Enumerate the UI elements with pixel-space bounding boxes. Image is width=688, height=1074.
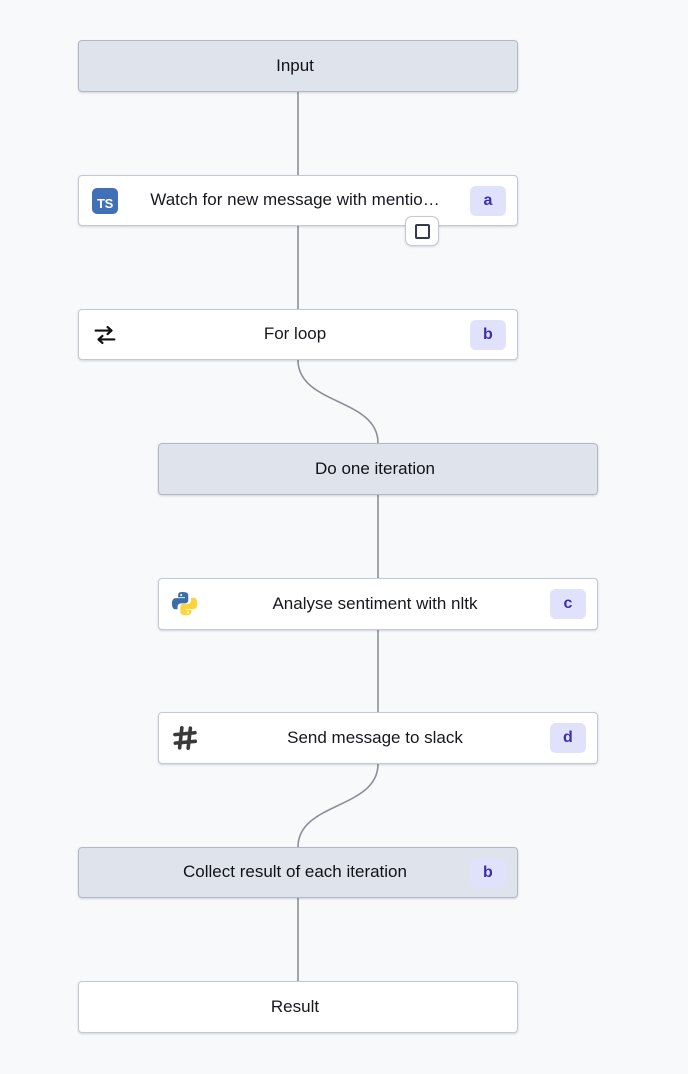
node-watch-badge-slot: a	[459, 185, 517, 216]
status-badge: b	[470, 857, 506, 888]
node-input[interactable]: Input	[78, 40, 518, 92]
status-badge: a	[470, 185, 506, 216]
node-slack-icon-slot	[159, 724, 211, 752]
node-slack-label: Send message to slack	[287, 727, 463, 747]
status-badge: b	[470, 319, 506, 350]
node-watch-icon-slot: TS	[79, 187, 131, 214]
stop-square-icon	[414, 223, 430, 239]
node-do-one-iteration[interactable]: Do one iteration	[158, 443, 598, 495]
node-slack-badge-slot: d	[539, 723, 597, 753]
node-result-label: Result	[270, 996, 320, 1016]
node-watch-label: Watch for new message with mentio…	[150, 190, 440, 210]
node-forloop-label: For loop	[263, 324, 327, 344]
node-for-loop[interactable]: For loop b	[78, 309, 518, 360]
node-watch-for-new-message[interactable]: TS Watch for new message with mentio… a	[78, 175, 518, 226]
typescript-icon: TS	[92, 187, 118, 214]
loop-icon	[94, 325, 116, 344]
node-result[interactable]: Result	[78, 981, 518, 1033]
workflow-canvas: Input TS Watch for new message with ment…	[0, 0, 688, 1074]
python-icon	[171, 591, 198, 616]
edge-layer	[297, 91, 379, 982]
status-badge: d	[550, 723, 586, 753]
node-forloop-badge-slot: b	[459, 319, 517, 350]
node-iteration-label: Do one iteration	[314, 458, 436, 478]
node-collect-label: Collect result of each iteration	[183, 862, 407, 882]
node-analyse-icon-slot	[159, 590, 211, 618]
slack-hash-icon	[173, 726, 198, 750]
edge-slack-to-collect	[297, 763, 379, 848]
stop-step-button[interactable]	[405, 216, 439, 246]
node-forloop-icon-slot	[79, 321, 131, 349]
status-badge: c	[550, 589, 586, 619]
node-send-message-to-slack[interactable]: Send message to slack d	[158, 712, 598, 764]
node-analyse-sentiment[interactable]: Analyse sentiment with nltk c	[158, 578, 598, 630]
node-analyse-label: Analyse sentiment with nltk	[272, 593, 478, 613]
node-collect-result[interactable]: Collect result of each iteration b	[78, 847, 518, 898]
node-collect-badge-slot: b	[459, 857, 517, 888]
edge-forloop-to-iteration	[297, 359, 379, 444]
node-analyse-badge-slot: c	[539, 589, 597, 619]
node-input-label: Input	[276, 55, 314, 75]
